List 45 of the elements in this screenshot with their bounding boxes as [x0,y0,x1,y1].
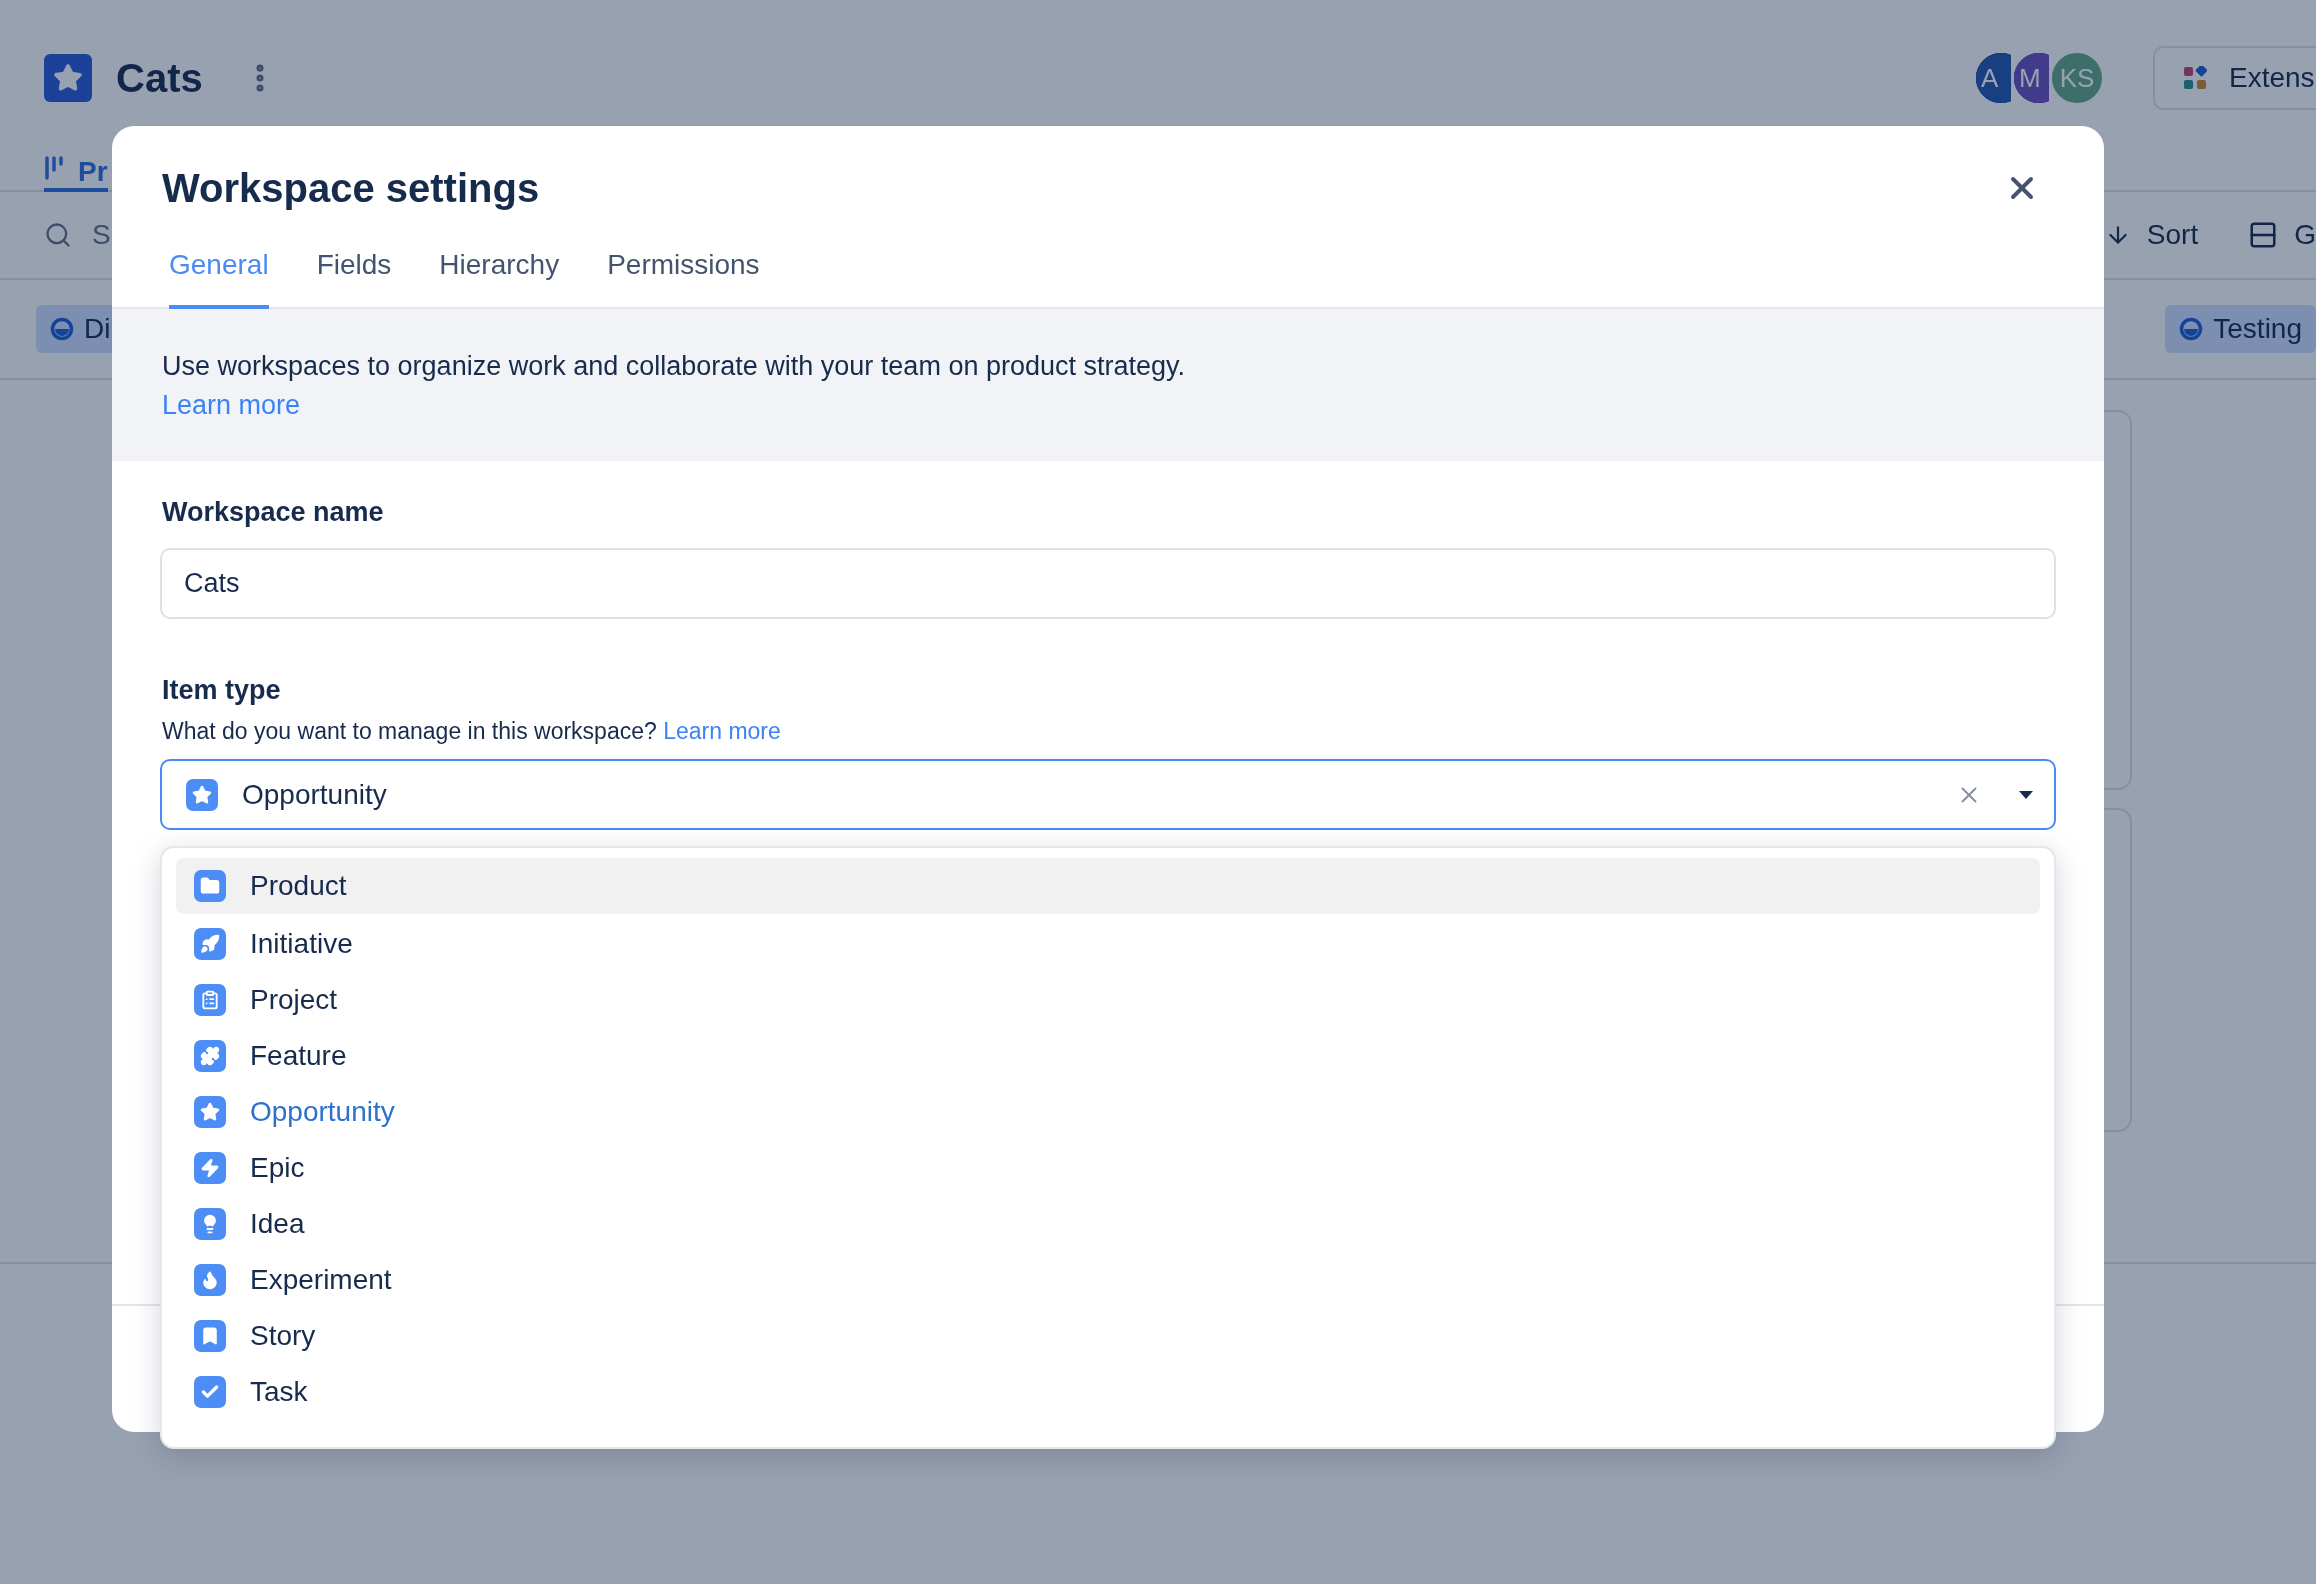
learn-more-link[interactable]: Learn more [663,718,781,744]
dropdown-option[interactable]: Product [176,858,2040,914]
avatar[interactable]: A [1973,50,2011,106]
workspace-name-field[interactable]: Cats [160,548,2056,619]
settings-tab[interactable]: Fields [316,249,392,309]
field-label: Workspace name [161,497,385,528]
status-icon [50,317,74,341]
bookmark-icon [194,1320,226,1352]
dialog-title: Workspace settings [162,166,540,211]
dropdown-option[interactable]: Initiative [176,916,2040,972]
bars-icon [44,156,64,182]
dropdown-option[interactable]: Story [176,1308,2040,1364]
settings-tab[interactable]: Hierarchy [439,249,560,309]
dropdown-option[interactable]: Idea [176,1196,2040,1252]
status-chip[interactable]: Testing [2165,305,2316,353]
toolbar-button[interactable]: G [2248,219,2316,251]
flame-icon [194,1264,226,1296]
field-label: Item type [161,675,282,706]
app-title: Cats [116,55,203,101]
bolt-icon [194,1152,226,1184]
search-icon [44,221,72,249]
dropdown-option[interactable]: Task [176,1364,2040,1420]
toolbar-button[interactable]: Sort [2104,219,2199,251]
clipboard-icon [194,984,226,1016]
avatar[interactable]: M [2011,50,2049,106]
dropdown-option[interactable]: Project [176,972,2040,1028]
dropdown-option[interactable]: Epic [176,1140,2040,1196]
help-text: What do you want to manage in this workspace? [162,718,657,744]
info-text: Use workspaces to organize work and collaborate with your team on product strategy. [162,351,1186,382]
folder-icon [194,870,226,902]
rows-icon [2248,220,2279,250]
dropdown-option[interactable]: Feature [176,1028,2040,1084]
item-type-select[interactable]: Opportunity [160,759,2056,830]
extensions-button[interactable]: Extens [2153,46,2316,110]
check-icon [194,1376,226,1408]
puzzle-icon [194,1040,226,1072]
logo-icon [44,54,92,102]
selected-value: Opportunity [242,778,388,811]
rocket-icon [194,928,226,960]
dropdown-option[interactable]: Experiment [176,1252,2040,1308]
status-icon [2179,317,2204,341]
apps-icon [2183,66,2207,90]
settings-tab[interactable]: Permissions [607,249,760,309]
dropdown-option[interactable]: Opportunity [176,1084,2040,1140]
bulb-icon [194,1208,226,1240]
